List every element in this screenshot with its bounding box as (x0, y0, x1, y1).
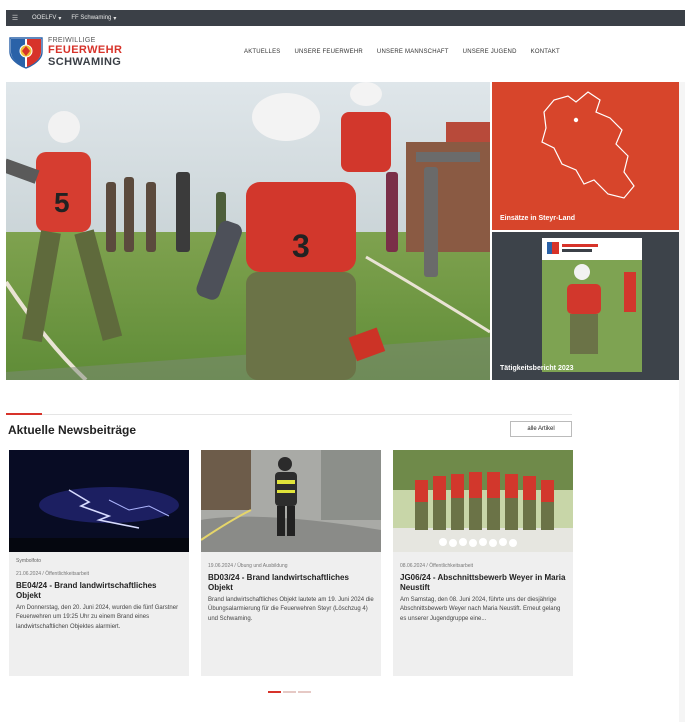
fire-brigade-shield-icon (9, 37, 43, 69)
news-card-image (201, 450, 381, 552)
admin-menu-site[interactable]: FF Schwaming ▾ (71, 15, 116, 22)
admin-menu-label: FF Schwaming (71, 15, 112, 21)
news-card-excerpt: Brand landwirtschaftliches Objekt lautet… (208, 597, 374, 622)
pager-dot[interactable] (283, 691, 296, 693)
news-card-image (393, 450, 573, 552)
main-nav: AKTUELLES UNSERE FEUERWEHR UNSERE MANNSC… (244, 49, 560, 55)
svg-text:3: 3 (292, 228, 310, 264)
news-card[interactable]: 08.06.2024 / Öffentlichkeitsarbeit JG06/… (393, 450, 573, 676)
news-card-meta: 21.06.2024 / Öffentlichkeitsarbeit (16, 571, 90, 577)
news-card-image (9, 450, 189, 552)
admin-menu-label: OOELFV (32, 15, 57, 21)
news-card-meta: 19.06.2024 / Übung und Ausbildung (208, 563, 288, 569)
svg-text:5: 5 (54, 187, 70, 218)
hero-image[interactable]: 5 3 (6, 82, 490, 380)
news-card-title[interactable]: JG06/24 - Abschnittsbewerb Weyer in Mari… (400, 573, 566, 592)
admin-menu-oofv[interactable]: OOELFV ▾ (32, 15, 61, 22)
pager-dot-active[interactable] (268, 691, 281, 693)
news-card[interactable]: 19.06.2024 / Übung und Ausbildung BD03/2… (201, 450, 381, 676)
logo-line-2: FEUERWEHR (48, 43, 123, 56)
pager-dot[interactable] (298, 691, 311, 693)
news-card-meta: 08.06.2024 / Öffentlichkeitsarbeit (400, 563, 474, 569)
nav-item-aktuelles[interactable]: AKTUELLES (244, 49, 280, 55)
image-caption: Symbolfoto (16, 558, 42, 564)
site-header: FREIWILLIGE FEUERWEHR SCHWAMING AKTUELLE… (6, 26, 685, 80)
report-cover-illustration (542, 238, 642, 372)
map-tile-label: Einsätze in Steyr-Land (500, 215, 576, 222)
news-pager (268, 691, 311, 693)
news-card-title[interactable]: BD03/24 - Brand landwirtschaftliches Obj… (208, 573, 374, 592)
report-tile-label: Tätigkeitsbericht 2023 (500, 365, 574, 372)
section-accent-bar (6, 413, 42, 415)
district-map-outline (541, 91, 635, 199)
news-card-excerpt: Am Donnerstag, den 20. Juni 2024, wurden… (16, 605, 179, 630)
news-section-title: Aktuelle Newsbeiträge (8, 423, 137, 437)
news-card-excerpt: Am Samstag, den 08. Juni 2024, führte un… (400, 597, 561, 622)
nav-item-unsere-mannschaft[interactable]: UNSERE MANNSCHAFT (377, 49, 449, 55)
nav-item-kontakt[interactable]: KONTAKT (531, 49, 560, 55)
all-articles-button[interactable]: alle Artikel (510, 421, 572, 437)
admin-bar: ☰ OOELFV ▾ FF Schwaming ▾ (6, 10, 685, 26)
dashboard-icon[interactable]: ☰ (8, 14, 22, 22)
section-divider (42, 414, 572, 415)
news-card[interactable]: Symbolfoto 21.06.2024 / Öffentlichkeitsa… (9, 450, 189, 676)
report-tile[interactable]: Tätigkeitsbericht 2023 (492, 232, 685, 380)
hero-photo-illustration: 5 3 (6, 82, 490, 380)
scrollbar[interactable] (679, 82, 685, 722)
nav-item-unsere-feuerwehr[interactable]: UNSERE FEUERWEHR (294, 49, 362, 55)
chevron-down-icon: ▾ (113, 15, 117, 22)
nav-item-unsere-jugend[interactable]: UNSERE JUGEND (463, 49, 517, 55)
logo-line-1: FREIWILLIGE (48, 36, 96, 44)
news-card-title[interactable]: BE04/24 - Brand landwirtschaftliches Obj… (16, 581, 182, 600)
chevron-down-icon: ▾ (58, 15, 62, 22)
site-logo[interactable]: FREIWILLIGE FEUERWEHR SCHWAMING (8, 34, 122, 70)
logo-line-3: SCHWAMING (48, 55, 122, 68)
map-tile[interactable]: Einsätze in Steyr-Land (492, 82, 685, 230)
